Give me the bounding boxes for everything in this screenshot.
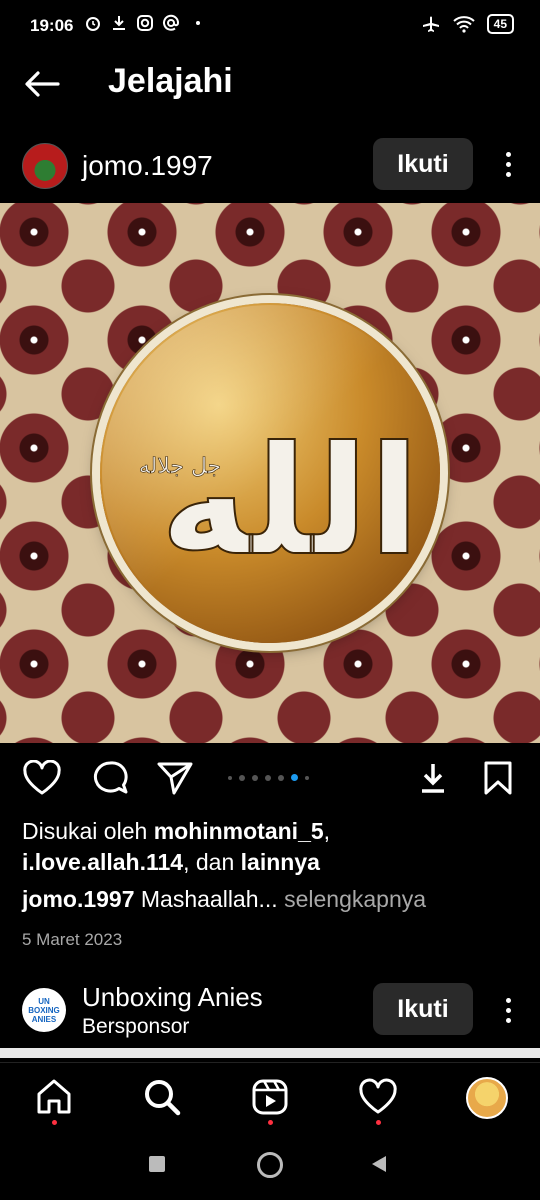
- status-time: 19:06: [30, 16, 74, 35]
- caption-text: Mashaallah...: [134, 886, 278, 912]
- back-arrow-icon[interactable]: [22, 68, 62, 100]
- more-options-icon[interactable]: [498, 990, 518, 1030]
- nav-activity[interactable]: [358, 1077, 398, 1125]
- caption-username[interactable]: jomo.1997: [22, 886, 135, 912]
- post-image[interactable]: الله جل جلاله: [0, 203, 540, 743]
- back-triangle-icon[interactable]: [369, 1154, 389, 1174]
- airplane-mode-icon: [422, 16, 439, 32]
- notification-dot: [51, 1120, 57, 1125]
- system-navigation-bar: [0, 1134, 540, 1200]
- instagram-icon: [137, 15, 153, 31]
- battery-icon: 45: [486, 14, 514, 34]
- calligraphy-medallion: الله جل جلاله: [100, 303, 440, 643]
- download-icon[interactable]: [413, 760, 453, 796]
- alarm-icon: [86, 17, 100, 31]
- home-circle-icon[interactable]: [257, 1152, 283, 1178]
- nav-profile-avatar[interactable]: [466, 1077, 508, 1119]
- caption: jomo.1997 Mashaallah... selengkapnya: [22, 884, 426, 915]
- next-post-image-edge: [0, 1048, 540, 1058]
- calligraphy-small: جل جلاله: [139, 454, 221, 479]
- reels-icon: [252, 1079, 288, 1115]
- carousel-dot: [265, 774, 271, 781]
- sponsored-post-header: UN BOXING ANIES Unboxing Anies Bersponso…: [0, 980, 540, 1044]
- home-icon: [37, 1079, 71, 1114]
- carousel-dot: [305, 775, 309, 780]
- post-actions: [0, 748, 540, 808]
- recents-square-icon[interactable]: [149, 1156, 165, 1172]
- liker-link[interactable]: mohinmotani_5: [154, 818, 324, 844]
- status-bar: 19:06 45: [0, 0, 540, 52]
- carousel-dot: [239, 774, 245, 781]
- liker-link[interactable]: i.love.allah.114: [22, 849, 183, 875]
- comment-icon[interactable]: [90, 760, 130, 796]
- post-date: 5 Maret 2023: [22, 930, 123, 949]
- bottom-navigation: [0, 1062, 540, 1135]
- follow-button[interactable]: Ikuti: [373, 138, 473, 190]
- threads-icon: [163, 14, 180, 31]
- post-username[interactable]: jomo.1997: [82, 150, 213, 182]
- notification-dot: [375, 1120, 381, 1125]
- follow-button[interactable]: Ikuti: [373, 983, 473, 1035]
- sponsor-name[interactable]: Unboxing Anies: [82, 982, 263, 1013]
- carousel-dot: [228, 775, 232, 780]
- likes-others-link[interactable]: lainnya: [241, 849, 320, 875]
- nav-home[interactable]: [34, 1077, 74, 1125]
- calligraphy-main: الله: [160, 415, 420, 589]
- nav-search[interactable]: [142, 1077, 182, 1117]
- carousel-dot: [278, 774, 284, 781]
- avatar[interactable]: UN BOXING ANIES: [22, 988, 66, 1032]
- dot-icon: [196, 21, 200, 25]
- wifi-icon: [452, 16, 475, 33]
- likes-mid: , dan: [183, 849, 241, 875]
- see-more-link[interactable]: selengkapnya: [278, 886, 426, 912]
- likes-prefix: Disukai oleh: [22, 818, 154, 844]
- sponsored-label: Bersponsor: [82, 1015, 190, 1038]
- sponsor-avatar-text: UN BOXING ANIES: [28, 996, 60, 1024]
- page-title: Jelajahi: [108, 62, 233, 100]
- likes-text: Disukai oleh mohinmotani_5, i.love.allah…: [22, 816, 522, 878]
- top-app-bar: Jelajahi: [0, 52, 540, 116]
- more-options-icon[interactable]: [498, 144, 518, 184]
- search-icon: [145, 1080, 181, 1116]
- share-send-icon[interactable]: [155, 760, 195, 796]
- carousel-dot: [252, 774, 258, 781]
- heart-icon: [359, 1078, 397, 1114]
- avatar[interactable]: [22, 143, 68, 189]
- carousel-dot: [291, 774, 298, 781]
- post-header: jomo.1997 Ikuti: [0, 138, 540, 194]
- bookmark-icon[interactable]: [478, 760, 518, 796]
- carousel-indicator: [228, 774, 309, 781]
- like-heart-icon[interactable]: [22, 760, 62, 796]
- nav-reels[interactable]: [250, 1077, 290, 1125]
- download-icon: [113, 16, 125, 30]
- likes-sep: ,: [323, 818, 331, 844]
- notification-dot: [267, 1120, 273, 1125]
